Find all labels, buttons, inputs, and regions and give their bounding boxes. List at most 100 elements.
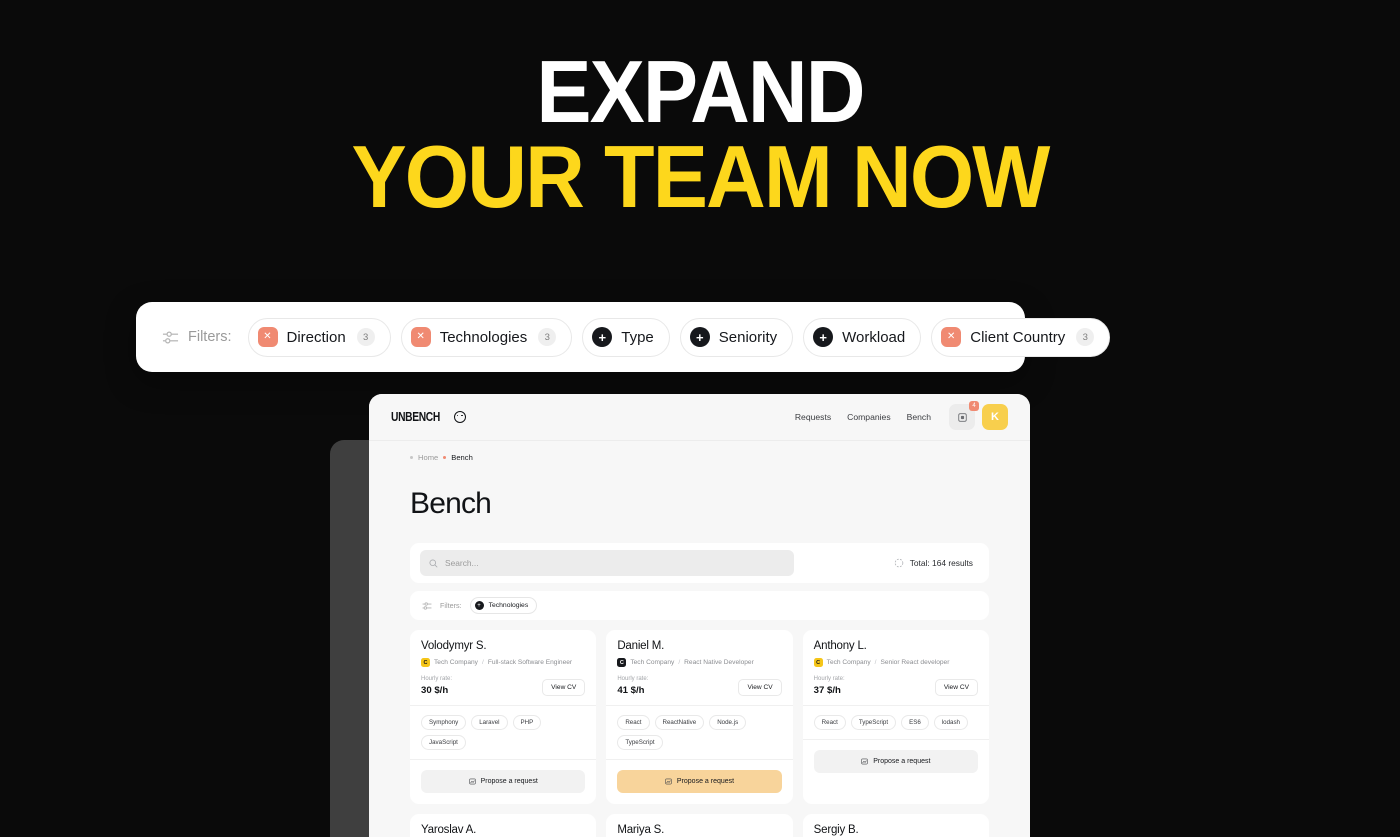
candidate-name: Anthony L. (813, 640, 867, 652)
filter-pill-label: Direction (286, 328, 346, 346)
candidate-company: Tech Company (826, 659, 871, 666)
propose-request-label: Propose a request (676, 778, 735, 785)
avatar[interactable]: K (982, 404, 1008, 430)
candidate-card[interactable]: Sergiy B. C Tech Company / React/Node De… (802, 814, 989, 837)
inline-filters-row: Filters: + Technologies (410, 591, 989, 620)
notifications-button[interactable]: 4 (949, 401, 979, 430)
candidate-card[interactable]: Daniel M. C Tech Company / React Native … (606, 630, 793, 804)
total-results: Total: 164 results (894, 558, 979, 568)
company-logo-icon: C (813, 658, 823, 667)
app-header-actions: 4 K (949, 401, 1008, 430)
breadcrumb-item-home[interactable]: Home (418, 453, 438, 462)
candidate-name: Daniel M. (617, 640, 665, 652)
view-cv-button[interactable]: View CV (738, 679, 782, 696)
propose-request-button[interactable]: Propose a request (617, 770, 782, 793)
headline-line-2: YOUR TEAM NOW (351, 126, 1050, 226)
candidate-rate-row: Hourly rate: 41 $/h View CV (606, 676, 793, 706)
app-logo-text: UNBENCH (391, 410, 440, 424)
propose-request-button[interactable]: Propose a request (421, 770, 586, 793)
filter-pill-count: 3 (538, 328, 557, 346)
candidate-tags: React ReactNative Node.js TypeScript (606, 706, 793, 760)
app-logo[interactable]: UNBENCH (391, 410, 466, 424)
plus-icon[interactable]: + (592, 327, 613, 347)
candidate-role: Senior React developer (880, 659, 950, 666)
candidate-role: Full-stack Software Engineer (487, 659, 573, 666)
filters-bar-label-group: Filters: (162, 329, 232, 346)
plus-icon: + (474, 601, 484, 610)
breadcrumb-item-bench[interactable]: Bench (451, 453, 473, 462)
circle-dashed-icon (894, 558, 903, 568)
candidate-tags: Symphony Laravel PHP JavaScript (410, 706, 597, 760)
tag: ES6 (901, 715, 929, 730)
tag: React (617, 715, 650, 730)
close-icon[interactable]: ✕ (410, 327, 431, 347)
filter-pill-client-country[interactable]: ✕ Client Country 3 (931, 317, 1111, 357)
breadcrumb: Home Bench (410, 441, 989, 474)
sliders-icon (422, 601, 432, 610)
filter-pill-direction[interactable]: ✕ Direction 3 (247, 317, 391, 357)
rate-label: Hourly rate: (421, 676, 453, 682)
plus-icon[interactable]: + (813, 327, 834, 347)
candidate-card[interactable]: Volodymyr S. C Tech Company / Full-stack… (410, 630, 597, 804)
candidate-meta: C Tech Company / Senior React developer (813, 658, 978, 667)
tag: lodash (933, 715, 968, 730)
search-card: Search... Total: 164 results (410, 543, 989, 583)
candidate-card-top: Daniel M. C Tech Company / React Native … (606, 630, 792, 676)
tag: Laravel (471, 715, 508, 730)
filter-pill-technologies[interactable]: ✕ Technologies 3 (400, 317, 573, 357)
candidate-name: Mariya S. (617, 824, 665, 836)
meta-separator: / (481, 659, 484, 666)
candidate-card[interactable]: Anthony L. C Tech Company / Senior React… (802, 630, 989, 804)
bell-icon (957, 412, 967, 422)
smiley-icon (453, 411, 466, 423)
nav-item-bench[interactable]: Bench (907, 412, 931, 422)
filter-pill-label: Technologies (439, 328, 528, 346)
propose-request-button[interactable]: Propose a request (813, 750, 978, 773)
rate-label: Hourly rate: (813, 676, 845, 682)
close-icon[interactable]: ✕ (941, 327, 962, 347)
meta-separator: / (678, 659, 681, 666)
candidate-name: Volodymyr S. (421, 640, 487, 652)
filter-pill-label: Workload (842, 328, 906, 346)
tag: TypeScript (850, 715, 897, 730)
app-body: Home Bench Bench Search... Total: 164 re… (369, 441, 1030, 837)
candidate-meta: C Tech Company / Full-stack Software Eng… (421, 658, 585, 667)
view-cv-button[interactable]: View CV (934, 679, 978, 696)
breadcrumb-dot-icon (410, 456, 413, 459)
candidate-rate-block: Hourly rate: 37 $/h (814, 676, 845, 696)
filter-pill-label: Type (621, 328, 654, 346)
nav-item-companies[interactable]: Companies (847, 412, 890, 422)
tag: PHP (512, 715, 542, 730)
breadcrumb-dot-icon (443, 456, 447, 459)
candidate-tags: React TypeScript ES6 lodash (802, 706, 989, 740)
filter-pill-workload[interactable]: + Workload (803, 317, 922, 357)
inline-filter-pill-label: Technologies (488, 602, 529, 609)
total-results-text: Total: 164 results (909, 558, 973, 568)
notification-badge: 4 (969, 401, 979, 411)
candidate-card[interactable]: Mariya S. C Tech Company / React Native … (606, 814, 793, 837)
candidate-card-top: Volodymyr S. C Tech Company / Full-stack… (410, 630, 596, 676)
meta-separator: / (874, 659, 877, 666)
filter-pill-label: Client Country (970, 328, 1066, 346)
candidate-card[interactable]: Yaroslav A. C Tech Company / Senior Data… (410, 814, 597, 837)
filters-bar: Filters: ✕ Direction 3 ✕ Technologies 3 … (136, 302, 1111, 372)
propose-request-label: Propose a request (873, 758, 931, 765)
close-icon[interactable]: ✕ (257, 327, 278, 347)
tag: React (813, 715, 846, 730)
search-input[interactable]: Search... (420, 550, 794, 576)
rate-value: 30 $/h (421, 685, 449, 696)
candidate-company: Tech Company (434, 659, 478, 666)
inline-filter-pill-technologies[interactable]: + Technologies (469, 597, 538, 614)
inline-filters-label: Filters: (440, 601, 462, 610)
candidate-card-top: Sergiy B. C Tech Company / React/Node De… (803, 814, 989, 837)
filter-pill-seniority[interactable]: + Seniority (679, 317, 794, 357)
filter-pill-type[interactable]: + Type (582, 317, 670, 357)
view-cv-button[interactable]: View CV (542, 679, 586, 696)
plus-icon[interactable]: + (689, 327, 710, 347)
headline-line-1: EXPAND (536, 42, 865, 141)
nav-item-requests[interactable]: Requests (795, 412, 831, 422)
filter-pill-label: Seniority (718, 328, 778, 346)
promo-headline: EXPAND YOUR TEAM NOW (0, 42, 1400, 226)
candidate-rate-block: Hourly rate: 41 $/h (617, 676, 648, 696)
tag: Node.js (709, 715, 747, 730)
